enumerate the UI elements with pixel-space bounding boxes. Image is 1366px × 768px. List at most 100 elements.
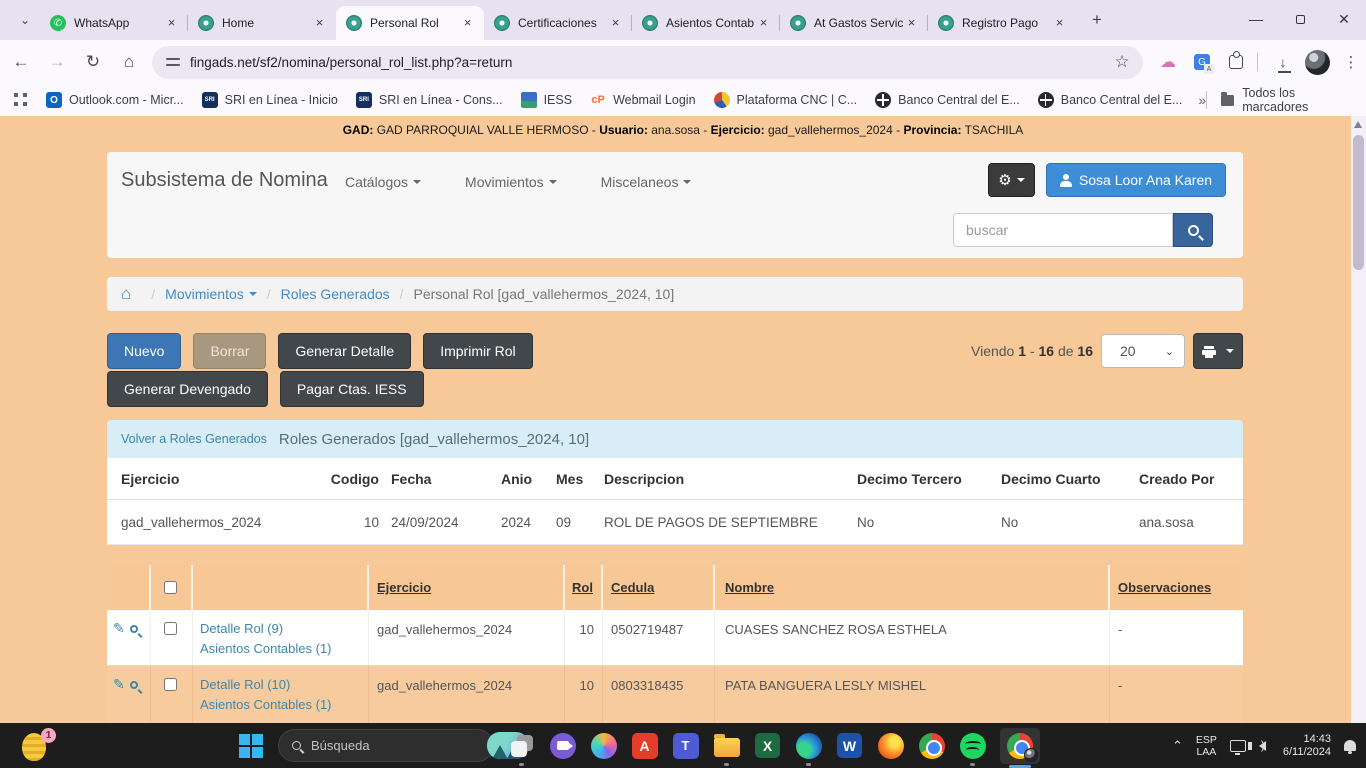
close-icon[interactable]: ×	[459, 15, 476, 32]
detalle-rol-link[interactable]: Detalle Rol (10)	[200, 675, 368, 695]
asientos-contables-link[interactable]: Asientos Contables (1)	[200, 695, 368, 715]
bookmark-star-icon[interactable]: ☆	[1107, 47, 1137, 77]
chrome-button[interactable]	[918, 732, 945, 759]
notification-bell-icon[interactable]	[1344, 740, 1356, 751]
tab-asientos-contables[interactable]: Asientos Contab ×	[632, 6, 780, 40]
new-tab-button[interactable]: +	[1083, 6, 1111, 34]
print-dropdown-button[interactable]	[1193, 333, 1243, 369]
notification-widget[interactable]: 1	[22, 731, 52, 761]
bookmark-sri-consultas[interactable]: SRI SRI en Línea - Cons...	[356, 92, 503, 108]
page-size-select[interactable]: 20 ⌄	[1101, 334, 1185, 368]
view-magnifier-icon[interactable]	[130, 681, 138, 689]
tab-personal-rol[interactable]: Personal Rol ×	[336, 6, 484, 40]
clock[interactable]: 14:43 6/11/2024	[1283, 733, 1331, 759]
pagar-ctas-iess-button[interactable]: Pagar Ctas. IESS	[280, 371, 424, 407]
tray-chevron-icon[interactable]: ⌃	[1172, 738, 1183, 754]
user-button[interactable]: Sosa Loor Ana Karen	[1046, 163, 1226, 197]
row-checkbox[interactable]	[164, 622, 177, 635]
copilot-button[interactable]	[590, 732, 617, 759]
address-bar[interactable]: fingads.net/sf2/nomina/personal_rol_list…	[152, 46, 1143, 79]
edit-pencil-icon[interactable]: ✎	[113, 676, 125, 693]
menu-miscelaneos[interactable]: Miscelaneos	[601, 174, 692, 190]
restore-button[interactable]	[1278, 0, 1322, 38]
bookmark-outlook[interactable]: O Outlook.com - Micr...	[46, 92, 184, 108]
home-icon[interactable]: ⌂	[121, 284, 131, 304]
acrobat-button[interactable]: A	[631, 732, 658, 759]
tab-whatsapp[interactable]: ✆ WhatsApp ×	[40, 6, 188, 40]
forward-icon[interactable]: →	[42, 47, 72, 77]
taskbar-search[interactable]	[278, 729, 494, 762]
close-icon[interactable]: ×	[1051, 15, 1068, 32]
bookmark-sri-inicio[interactable]: SRI SRI en Línea - Inicio	[202, 92, 338, 108]
minimize-button[interactable]: —	[1234, 0, 1278, 38]
close-icon[interactable]: ×	[607, 15, 624, 32]
chat-app-button[interactable]	[549, 732, 576, 759]
spotify-button[interactable]	[959, 732, 986, 759]
col-header-cedula[interactable]: Cedula	[611, 580, 654, 595]
close-icon[interactable]: ×	[163, 15, 180, 32]
scrollbar-thumb[interactable]	[1353, 135, 1364, 270]
col-header-nombre[interactable]: Nombre	[725, 580, 774, 595]
bookmark-webmail[interactable]: cP Webmail Login	[590, 92, 695, 108]
close-icon[interactable]: ×	[311, 15, 328, 32]
volver-link[interactable]: Volver a Roles Generados	[121, 432, 267, 446]
generar-detalle-button[interactable]: Generar Detalle	[278, 333, 411, 369]
bookmark-banco-central-2[interactable]: Banco Central del E...	[1038, 92, 1183, 108]
apps-grid-icon[interactable]	[14, 93, 28, 107]
settings-gear-button[interactable]: ⚙	[988, 163, 1035, 197]
borrar-button[interactable]: Borrar	[193, 333, 266, 369]
downloads-icon[interactable]: ↓	[1268, 47, 1298, 77]
word-button[interactable]: W	[836, 732, 863, 759]
tab-registro-pago[interactable]: Registro Pago ×	[928, 6, 1076, 40]
chrome-active-button[interactable]	[1000, 728, 1040, 764]
network-icon[interactable]	[1230, 740, 1246, 752]
taskbar-search-input[interactable]	[301, 738, 487, 753]
teams-button[interactable]: T	[672, 732, 699, 759]
page-scrollbar[interactable]	[1351, 116, 1366, 723]
file-explorer-button[interactable]	[713, 732, 740, 759]
edit-pencil-icon[interactable]: ✎	[113, 620, 125, 637]
url-text[interactable]: fingads.net/sf2/nomina/personal_rol_list…	[190, 55, 1103, 70]
search-input[interactable]	[953, 213, 1173, 247]
excel-button[interactable]: X	[754, 732, 781, 759]
bookmarks-overflow-icon[interactable]: »	[1198, 92, 1206, 108]
tab-home[interactable]: Home ×	[188, 6, 336, 40]
detalle-rol-link[interactable]: Detalle Rol (9)	[200, 619, 368, 639]
all-bookmarks-button[interactable]: Todos los marcadores	[1206, 86, 1350, 114]
view-magnifier-icon[interactable]	[130, 625, 138, 633]
select-all-checkbox[interactable]	[164, 581, 177, 594]
edge-button[interactable]	[795, 732, 822, 759]
close-window-button[interactable]: ✕	[1322, 0, 1366, 38]
menu-movimientos[interactable]: Movimientos	[465, 174, 557, 190]
browser-home-icon[interactable]: ⌂	[114, 47, 144, 77]
volume-icon[interactable]	[1259, 741, 1266, 751]
profile-avatar[interactable]	[1302, 47, 1332, 77]
bookmark-banco-central-1[interactable]: Banco Central del E...	[875, 92, 1020, 108]
extension-cloud-icon[interactable]: ☁	[1153, 47, 1183, 77]
tab-certificaciones[interactable]: Certificaciones ×	[484, 6, 632, 40]
extensions-puzzle-icon[interactable]	[1221, 47, 1251, 77]
task-view-button[interactable]	[508, 732, 535, 759]
bookmark-cnc[interactable]: Plataforma CNC | C...	[714, 92, 858, 108]
back-icon[interactable]: ←	[6, 47, 36, 77]
search-button[interactable]	[1173, 213, 1213, 247]
start-button[interactable]	[237, 732, 264, 759]
breadcrumb-roles-generados[interactable]: Roles Generados	[281, 286, 390, 302]
asientos-contables-link[interactable]: Asientos Contables (1)	[200, 639, 368, 659]
nuevo-button[interactable]: Nuevo	[107, 333, 181, 369]
reload-icon[interactable]: ↻	[78, 47, 108, 77]
site-settings-icon[interactable]	[166, 56, 180, 68]
col-header-rol[interactable]: Rol	[572, 580, 593, 595]
bookmark-iess[interactable]: IESS	[521, 92, 573, 108]
col-header-observaciones[interactable]: Observaciones	[1118, 580, 1211, 595]
generar-devengado-button[interactable]: Generar Devengado	[107, 371, 268, 407]
firefox-button[interactable]	[877, 732, 904, 759]
browser-menu-icon[interactable]: ⋮	[1336, 47, 1366, 77]
tab-at-gastos[interactable]: At Gastos Servic ×	[780, 6, 928, 40]
translate-icon[interactable]: G	[1187, 47, 1217, 77]
breadcrumb-movimientos[interactable]: Movimientos	[165, 286, 257, 302]
close-icon[interactable]: ×	[755, 15, 772, 32]
language-indicator[interactable]: ESP LAA	[1196, 734, 1217, 758]
row-checkbox[interactable]	[164, 678, 177, 691]
scroll-up-arrow[interactable]	[1354, 121, 1362, 128]
